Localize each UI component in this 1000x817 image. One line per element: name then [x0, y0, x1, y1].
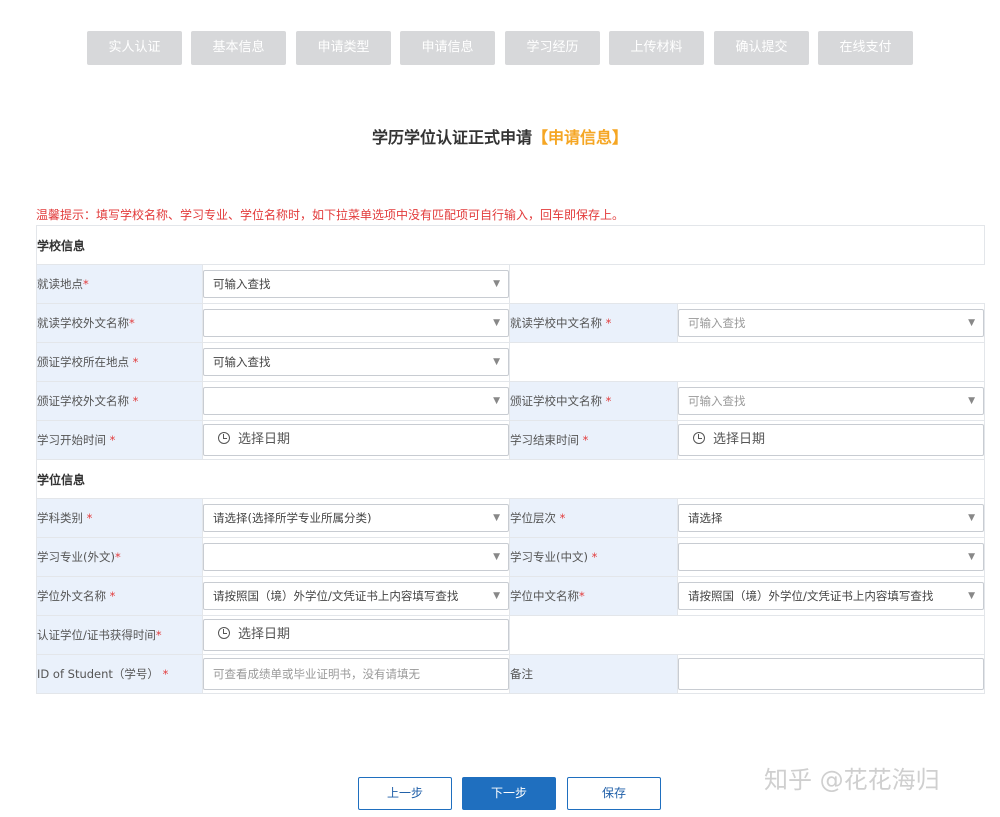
step-basic-info[interactable]: 基本信息: [191, 31, 286, 65]
chevron-down-icon: ▼: [493, 357, 500, 367]
watermark: 知乎 @花花海归: [764, 766, 940, 794]
next-step-button[interactable]: 下一步: [462, 777, 556, 810]
notice-text: 温馨提示：填写学校名称、学习专业、学位名称时，如下拉菜单选项中没有匹配项可自行输…: [36, 208, 625, 222]
page-title-highlight: 【申请信息】: [532, 128, 629, 147]
section-school-info: 学校信息: [35, 225, 986, 265]
degree-foreign-name-select[interactable]: 请按照国（境）外学位/文凭证书上内容填写查找 ▼: [203, 582, 509, 610]
label-student-id: ID of Student（学号） *: [36, 654, 203, 694]
page-title-main: 学历学位认证正式申请: [371, 128, 532, 147]
label-study-end: 学习结束时间 *: [509, 420, 678, 460]
step-application-type[interactable]: 申请类型: [296, 31, 391, 65]
degree-obtained-date-picker[interactable]: 选择日期: [203, 619, 509, 651]
school-cn-name-select[interactable]: 可输入查找 ▼: [678, 309, 985, 337]
save-button[interactable]: 保存: [567, 777, 661, 810]
chevron-down-icon: ▼: [493, 513, 500, 523]
degree-cn-name-select[interactable]: 请按照国（境）外学位/文凭证书上内容填写查找 ▼: [678, 582, 985, 610]
step-identity[interactable]: 实人认证: [87, 31, 182, 65]
step-application-info[interactable]: 申请信息: [400, 31, 495, 65]
section-degree-info: 学位信息: [35, 459, 986, 499]
school-foreign-name-select[interactable]: ▼: [203, 309, 509, 337]
label-degree-level: 学位层次 *: [509, 498, 678, 538]
study-start-date-picker[interactable]: 选择日期: [203, 424, 509, 456]
discipline-select[interactable]: 请选择(选择所学专业所属分类) ▼: [203, 504, 509, 532]
label-discipline: 学科类别 *: [36, 498, 203, 538]
chevron-down-icon: ▼: [493, 552, 500, 562]
label-degree-obtained-time: 认证学位/证书获得时间*: [36, 615, 203, 655]
chevron-down-icon: ▼: [968, 396, 976, 406]
remarks-input[interactable]: [678, 658, 985, 690]
label-study-location: 就读地点*: [36, 264, 203, 304]
label-study-start: 学习开始时间 *: [36, 420, 203, 460]
label-remarks: 备注: [509, 654, 678, 694]
major-cn-select[interactable]: ▼: [678, 543, 985, 571]
label-issuing-school-foreign-name: 颁证学校外文名称 *: [36, 381, 203, 421]
step-confirm-submit[interactable]: 确认提交: [714, 31, 809, 65]
chevron-down-icon: ▼: [968, 513, 976, 523]
student-id-input[interactable]: 可查看成绩单或毕业证明书，没有请填无: [203, 658, 509, 690]
study-end-date-picker[interactable]: 选择日期: [678, 424, 985, 456]
step-upload-materials[interactable]: 上传材料: [609, 31, 704, 65]
label-degree-foreign-name: 学位外文名称 *: [36, 576, 203, 616]
clock-icon: [693, 432, 705, 444]
label-issuing-school-location: 颁证学校所在地点 *: [36, 342, 203, 382]
degree-level-select[interactable]: 请选择 ▼: [678, 504, 985, 532]
chevron-down-icon: ▼: [968, 318, 976, 328]
chevron-down-icon: ▼: [968, 552, 976, 562]
prev-step-button[interactable]: 上一步: [358, 777, 452, 810]
chevron-down-icon: ▼: [493, 318, 500, 328]
clock-icon: [218, 627, 230, 639]
step-navigation: 实人认证 基本信息 申请类型 申请信息 学习经历 上传材料 确认提交 在线支付: [0, 31, 1000, 65]
label-school-foreign-name: 就读学校外文名称*: [36, 303, 203, 343]
issuing-school-cn-name-select[interactable]: 可输入查找 ▼: [678, 387, 985, 415]
issuing-school-location-select[interactable]: 可输入查找 ▼: [203, 348, 509, 376]
chevron-down-icon: ▼: [493, 591, 500, 601]
study-location-select[interactable]: 可输入查找 ▼: [203, 270, 509, 298]
chevron-down-icon: ▼: [493, 279, 500, 289]
chevron-down-icon: ▼: [968, 591, 976, 601]
label-major-foreign: 学习专业(外文)*: [36, 537, 203, 577]
label-school-cn-name: 就读学校中文名称 *: [509, 303, 678, 343]
major-foreign-select[interactable]: ▼: [203, 543, 509, 571]
step-online-payment[interactable]: 在线支付: [818, 31, 913, 65]
chevron-down-icon: ▼: [493, 396, 500, 406]
label-degree-cn-name: 学位中文名称*: [509, 576, 678, 616]
clock-icon: [218, 432, 230, 444]
application-form: 学校信息 就读地点* 可输入查找 ▼ 就读学校外文名称* ▼ 就读学校中文名称 *…: [35, 225, 986, 694]
issuing-school-foreign-name-select[interactable]: ▼: [203, 387, 509, 415]
step-study-history[interactable]: 学习经历: [505, 31, 600, 65]
page-title: 学历学位认证正式申请【申请信息】: [0, 124, 1000, 148]
label-issuing-school-cn-name: 颁证学校中文名称 *: [509, 381, 678, 421]
label-major-cn: 学习专业(中文) *: [509, 537, 678, 577]
